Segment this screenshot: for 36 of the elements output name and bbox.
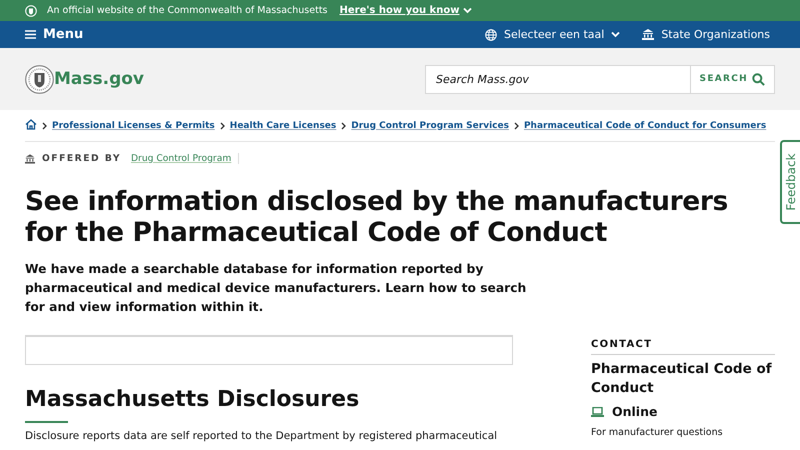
page-title: See information disclosed by the manufacturers for the Pharmaceutical Code of Conduct	[25, 186, 729, 248]
chevron-right-icon	[514, 122, 519, 130]
chevron-down-icon	[463, 7, 472, 14]
search-field[interactable]: Search Mass.gov SEARCH	[425, 64, 775, 94]
menu-button[interactable]: Menu	[25, 27, 84, 42]
chevron-down-icon	[611, 31, 620, 38]
seal-icon	[25, 4, 37, 16]
how-you-know-link[interactable]: Here's how you know	[340, 5, 472, 16]
section-heading: Massachusetts Disclosures	[25, 386, 360, 414]
home-icon[interactable]	[25, 118, 37, 132]
chevron-right-icon	[341, 122, 346, 130]
state-organizations-button[interactable]: State Organizations	[642, 28, 770, 41]
language-selector[interactable]: Selecteer een taal	[484, 28, 620, 41]
contact-method: Online	[612, 404, 658, 419]
building-icon	[25, 154, 35, 164]
offered-by-link[interactable]: Drug Control Program	[130, 153, 232, 164]
section-text: Disclosure reports data are self reported to the Department by registered pharmaceutical	[25, 430, 498, 443]
contact-note: For manufacturer questions	[591, 427, 724, 438]
breadcrumb-link[interactable]: Pharmaceutical Code of Conduct for Consumers	[524, 120, 766, 130]
official-website-notice: An official website of the Commonwealth of Massachusetts	[47, 5, 328, 16]
laptop-icon	[591, 406, 604, 416]
building-icon	[642, 29, 654, 40]
contact-label: CONTACT	[591, 339, 775, 355]
globe-icon	[484, 28, 497, 40]
breadcrumb-link[interactable]: Drug Control Program Services	[351, 120, 509, 130]
breadcrumb-link[interactable]: Professional Licenses & Permits	[52, 120, 215, 130]
menu-icon	[25, 30, 36, 39]
search-icon	[752, 72, 765, 86]
breadcrumb-link[interactable]: Health Care Licenses	[230, 120, 336, 130]
chevron-right-icon	[220, 122, 225, 130]
chevron-right-icon	[42, 122, 47, 130]
offered-by-label: OFFERED BY	[42, 153, 121, 164]
feedback-tab[interactable]: Feedback	[780, 140, 800, 224]
mass-gov-logo[interactable]: Mass.gov	[25, 64, 144, 94]
contact-name: Pharmaceutical Code of Conduct	[591, 360, 773, 398]
intro-text: We have made a searchable database for information reported by pharmaceutical and medical device manufacturers. Learn how to search for and view information within it.	[25, 261, 528, 316]
